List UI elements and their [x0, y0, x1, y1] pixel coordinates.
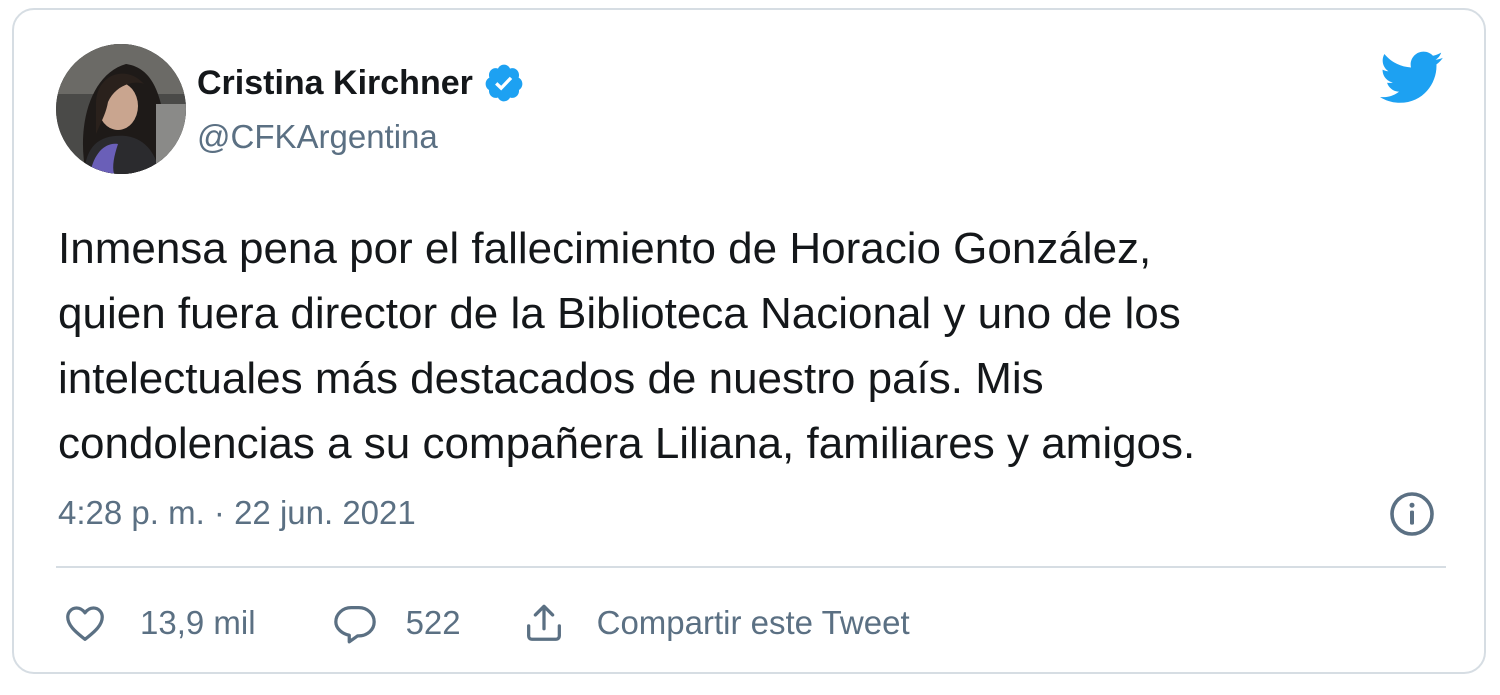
tweet-line: Inmensa pena por el fallecimiento de Hor… [58, 224, 1152, 273]
author-handle[interactable]: @CFKArgentina [197, 118, 438, 156]
author-name-row[interactable]: Cristina Kirchner [197, 62, 525, 104]
like-button[interactable]: 13,9 mil [62, 600, 332, 646]
reply-icon [333, 606, 376, 644]
twitter-bird-icon[interactable] [1380, 50, 1444, 106]
reply-button[interactable]: 522 [332, 600, 521, 646]
action-bar: 13,9 mil 522 Compartir este Tweet [62, 598, 910, 648]
avatar[interactable] [56, 44, 186, 174]
info-icon[interactable] [1388, 490, 1436, 538]
tweet-line: intelectuales más destacados de nuestro … [58, 354, 1044, 403]
profile-photo [56, 44, 186, 174]
share-icon [526, 604, 561, 641]
reply-count: 522 [405, 604, 461, 641]
like-count: 13,9 mil [140, 604, 256, 641]
divider [56, 566, 1446, 568]
tweet-timestamp[interactable]: 4:28 p. m. · 22 jun. 2021 [58, 494, 416, 532]
share-label: Compartir este Tweet [596, 604, 910, 641]
heart-icon [66, 606, 104, 641]
tweet-text: Inmensa pena por el fallecimiento de Hor… [58, 216, 1458, 476]
tweet-line: quien fuera director de la Biblioteca Na… [58, 289, 1181, 338]
verified-badge-icon [485, 64, 523, 102]
author-name[interactable]: Cristina Kirchner [197, 64, 473, 103]
share-button[interactable]: Compartir este Tweet [521, 600, 910, 646]
tweet-line: condolencias a su compañera Liliana, fam… [58, 419, 1196, 468]
tweet-card: Cristina Kirchner @CFKArgentina Inmensa … [12, 8, 1486, 674]
